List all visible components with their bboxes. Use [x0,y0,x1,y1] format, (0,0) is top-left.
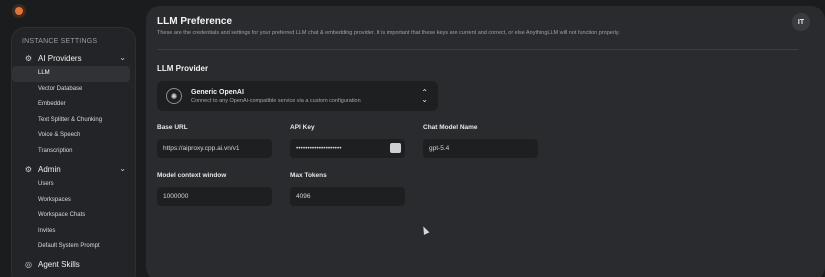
chat-model-input[interactable]: gpt-5.4 [423,139,538,158]
show-key-icon[interactable] [390,143,401,153]
provider-description: Connect to any OpenAi-compatible service… [191,97,361,104]
sidebar-item-llm[interactable]: LLM [12,66,130,82]
cpu-icon: ⚙ [24,53,33,63]
sidebar-item-default-system-prompt[interactable]: Default System Prompt [12,239,130,255]
robot-icon: ◎ [25,260,32,269]
sidebar-group-label: Admin [38,164,61,174]
chevron-up-down-icon: ⌃ ⌄ [421,88,428,104]
max-tokens-label: Max Tokens [290,172,327,179]
sidebar-group-ai-providers[interactable]: ⚙ AI Providers ⌄ [12,50,135,66]
sidebar-item-users[interactable]: Users [12,177,130,193]
section-title: LLM Provider [157,64,209,73]
sidebar-group-admin[interactable]: ⚙ Admin ⌄ [12,161,135,177]
app-logo [12,4,26,18]
sidebar-item-workspace-chats[interactable]: Workspace Chats [12,208,130,224]
sidebar-item-workspaces[interactable]: Workspaces [12,193,130,209]
page-title: LLM Preference [157,16,233,27]
chevron-down-icon: ⌄ [119,53,126,62]
context-window-input[interactable]: 1000000 [157,187,272,206]
sidebar-item-invites[interactable]: Invites [12,224,130,240]
sidebar-item-voice-speech[interactable]: Voice & Speech [12,128,130,144]
api-key-label: API Key [290,124,315,131]
sidebar-item-text-splitter[interactable]: Text Splitter & Chunking [12,113,130,129]
llm-provider-select[interactable]: ✺ Generic OpenAI Connect to any OpenAi-c… [157,81,438,111]
sidebar-item-transcription[interactable]: Transcription [12,144,130,160]
settings-panel: LLM Preference These are the credentials… [146,6,825,277]
user-gear-icon: ⚙ [24,164,33,174]
base-url-input[interactable]: https://aiproxy.cpp.ai.vn/v1 [157,139,272,158]
provider-name: Generic OpenAI [191,88,244,96]
base-url-label: Base URL [157,124,188,131]
api-key-value: •••••••••••••••••••• [296,145,342,152]
divider [157,49,798,50]
max-tokens-input[interactable]: 4096 [290,187,405,206]
sidebar-group-label: Agent Skills [38,260,80,269]
sidebar-group-agent-skills[interactable]: ◎ Agent Skills [12,257,135,273]
api-key-input[interactable]: •••••••••••••••••••• [290,139,405,158]
sidebar-item-vector-database[interactable]: Vector Database [12,82,130,98]
user-avatar[interactable]: IT [792,13,810,31]
chat-model-label: Chat Model Name [423,124,478,131]
context-window-label: Model context window [157,172,227,179]
openai-icon: ✺ [166,88,182,104]
page-description: These are the credentials and settings f… [157,30,620,36]
settings-sidebar: INSTANCE SETTINGS ⚙ AI Providers ⌄ LLM V… [11,27,136,277]
sidebar-item-embedder[interactable]: Embedder [12,97,130,113]
sidebar-heading: INSTANCE SETTINGS [22,38,98,45]
chevron-down-icon: ⌄ [119,164,126,173]
sidebar-group-label: AI Providers [38,53,82,63]
